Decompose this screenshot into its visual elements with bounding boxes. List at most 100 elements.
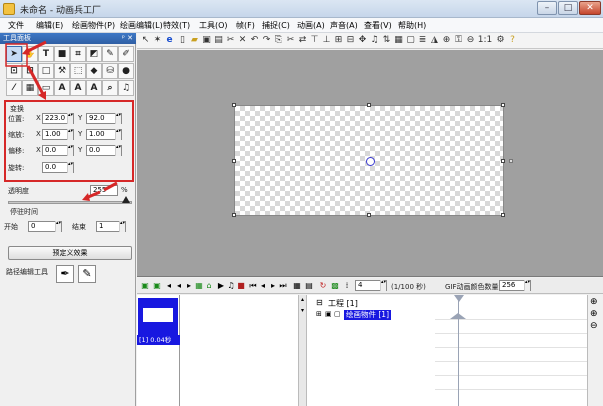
zoom-in-icon[interactable]: ⊕ (590, 297, 598, 307)
tree-plus-icon[interactable]: ⊞ (316, 310, 322, 318)
resize-handle[interactable] (232, 103, 236, 107)
sound-icon[interactable]: ♫ (369, 35, 380, 46)
project-row[interactable]: ⊟ 工程 [1] (308, 298, 435, 308)
menu-frame[interactable]: 帧(F) (236, 20, 255, 31)
node-tool[interactable]: ⊡ (6, 63, 22, 79)
copy-icon[interactable]: ⎘ (273, 35, 284, 46)
add-layer-icon[interactable]: ▣ (152, 281, 162, 291)
rectangle-tool[interactable]: □ (38, 63, 54, 79)
skew-x-field[interactable]: 0.0 ▴▾ (42, 145, 74, 156)
rectangle-fill-tool[interactable]: ■ (54, 46, 70, 62)
fill-bucket-tool[interactable]: ◩ (86, 46, 102, 62)
zoom-ratio[interactable]: 1:1 (477, 35, 493, 46)
resize-handle[interactable] (232, 213, 236, 217)
reflect-icon[interactable]: ◮ (429, 35, 440, 46)
open-folder-icon[interactable]: ▰ (189, 35, 200, 46)
music-note-tool[interactable]: ♫ (118, 80, 134, 96)
menu-animation[interactable]: 动画(A) (297, 20, 325, 31)
align-top-icon[interactable]: ⊤ (309, 35, 320, 46)
keyframe-marker[interactable] (450, 313, 466, 319)
hammer-tool[interactable]: ⚒ (54, 63, 70, 79)
path-add-pen-icon[interactable]: ✎ (78, 265, 96, 283)
visible-icon[interactable]: ▣ (325, 310, 332, 318)
prev-frame-icon[interactable]: ◂ (174, 281, 184, 291)
undo-icon[interactable]: ↶ (249, 35, 260, 46)
brush-tool[interactable]: ✐ (118, 46, 134, 62)
rotate-field[interactable]: 0.0 ▴▾ (42, 162, 74, 173)
resize-handle[interactable] (367, 213, 371, 217)
fast-forward-icon[interactable]: ⏭ (278, 281, 288, 291)
menu-edit[interactable]: 编辑(E) (36, 20, 63, 31)
scroll-up-icon[interactable]: ▴ (299, 295, 306, 304)
opacity-slider-thumb[interactable] (122, 196, 130, 203)
settings-icon[interactable]: ⚙ (495, 35, 506, 46)
frame-list-icon[interactable]: ▤ (304, 281, 314, 291)
resize-handle[interactable] (501, 213, 505, 217)
menu-view[interactable]: 查看(V) (364, 20, 392, 31)
scale-x-field[interactable]: 1.00 ▴▾ (42, 129, 74, 140)
crop-tool[interactable]: ⬚ (70, 63, 86, 79)
menu-sound[interactable]: 声音(A) (330, 20, 358, 31)
preset-effects-button[interactable]: 预定义效果 (8, 246, 132, 260)
timeline-tracks[interactable] (435, 295, 587, 406)
first-frame-icon[interactable]: ◂ (164, 281, 174, 291)
menu-draw-object[interactable]: 绘画物件(P) (72, 20, 115, 31)
menu-capture[interactable]: 捕捉(C) (262, 20, 290, 31)
tree-minus-icon[interactable]: ⊟ (316, 298, 323, 307)
rotation-center-icon[interactable] (366, 157, 375, 166)
stop-icon[interactable]: ■ (236, 281, 246, 291)
frame-delay-field[interactable]: 4 ▴▾ (355, 280, 387, 291)
gif-colors-field[interactable]: 256 ▴▾ (499, 280, 531, 291)
text-shadow-tool[interactable]: A (86, 80, 102, 96)
browser-e-icon[interactable]: e (164, 35, 175, 46)
skew-y-field[interactable]: 0.0 ▴▾ (86, 145, 122, 156)
text-bold-tool[interactable]: A (54, 80, 70, 96)
zoom-out-icon[interactable]: ⊖ (590, 321, 598, 331)
hand-tool[interactable]: ✋ (22, 46, 38, 62)
cut-icon[interactable]: ✂ (285, 35, 296, 46)
drop-tool[interactable]: ● (118, 63, 134, 79)
pen-tool[interactable]: ✎ (102, 46, 118, 62)
menu-help[interactable]: 帮助(H) (398, 20, 426, 31)
select-all-icon[interactable]: ▢ (405, 35, 416, 46)
zoom-out-icon[interactable]: ⊖ (465, 35, 476, 46)
arrange-icon[interactable]: ⇅ (381, 35, 392, 46)
panel-pin-close-icon[interactable]: ᵖ ✕ (122, 33, 133, 44)
delete-x-icon[interactable]: ✕ (237, 35, 248, 46)
menu-file[interactable]: 文件 (8, 20, 24, 31)
trash-icon[interactable]: ⌂ (204, 281, 214, 291)
arrow-cursor-icon[interactable]: ↖ (140, 35, 151, 46)
snap-icon[interactable]: ⊕ (441, 35, 452, 46)
add-frame-icon[interactable]: ▣ (140, 281, 150, 291)
frame-grid-icon[interactable]: ▦ (292, 281, 302, 291)
text-tool[interactable]: T (38, 46, 54, 62)
paint-bucket-tool[interactable]: ⛁ (102, 63, 118, 79)
position-y-field[interactable]: 92.0 ▴▾ (86, 113, 122, 124)
end-field[interactable]: 1 ▴▾ (96, 221, 126, 232)
color-swatch-tool[interactable]: ◆ (86, 63, 102, 79)
chart-icon[interactable]: ▦ (393, 35, 404, 46)
play-icon[interactable]: ▶ (216, 281, 226, 291)
resize-handle[interactable] (367, 103, 371, 107)
stage-canvas[interactable] (232, 103, 505, 217)
scale-y-field[interactable]: 1.00 ▴▾ (86, 129, 122, 140)
redo-icon[interactable]: ↷ (261, 35, 272, 46)
preview-icon[interactable]: ▤ (213, 35, 224, 46)
edit-shape-tool[interactable]: ⌗ (70, 46, 86, 62)
start-field[interactable]: 0 ▴▾ (28, 221, 62, 232)
minimize-button[interactable]: – (537, 1, 557, 15)
maximize-button[interactable]: □ (558, 1, 578, 15)
frames-scrollbar[interactable]: ▴ ▾ (298, 295, 307, 406)
zoom-in-icon[interactable]: ⊕ (590, 309, 598, 319)
text-outline-tool[interactable]: A (70, 80, 86, 96)
menu-effects[interactable]: 特效(T) (163, 20, 190, 31)
scroll-down-icon[interactable]: ▾ (299, 307, 306, 315)
new-file-icon[interactable]: ▯ (177, 35, 188, 46)
layer-row[interactable]: ⊞ ▣ ▢ 绘画物件 [1] (308, 310, 435, 320)
lock-layer-icon[interactable]: ▢ (334, 310, 341, 318)
path-pen-icon[interactable]: ✒ (56, 265, 74, 283)
menu-draw-edit[interactable]: 绘画编辑(L) (120, 20, 163, 31)
select-arrow-tool[interactable]: ➤ (6, 46, 22, 62)
next-frame-icon[interactable]: ▸ (184, 281, 194, 291)
grid-icon[interactable]: ⊞ (333, 35, 344, 46)
